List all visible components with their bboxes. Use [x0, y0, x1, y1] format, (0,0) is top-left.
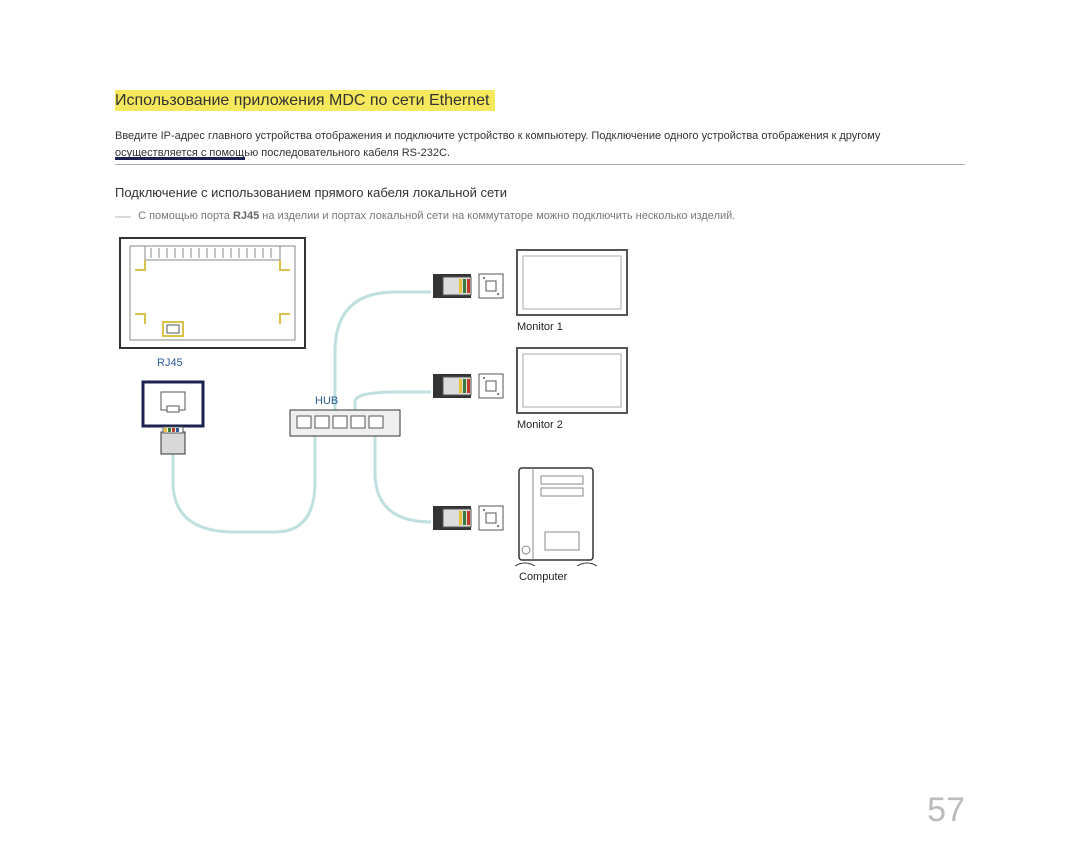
- note-dash: ―: [115, 208, 131, 225]
- label-rj45: RJ45: [157, 357, 183, 369]
- hub-icon: [290, 410, 400, 436]
- page-content: Использование приложения MDC по сети Eth…: [0, 92, 1080, 607]
- diagram: RJ45 HUB: [115, 232, 965, 607]
- rule-long: [115, 164, 965, 165]
- page-number: 57: [927, 791, 965, 830]
- subheading: Подключение с использованием прямого каб…: [115, 185, 965, 200]
- monitor2-icon: [517, 348, 627, 413]
- connector-group-2: [433, 374, 503, 398]
- monitor1-icon: [517, 250, 627, 315]
- display-back-icon: [120, 238, 305, 348]
- label-monitor1: Monitor 1: [517, 321, 563, 333]
- label-monitor2: Monitor 2: [517, 419, 563, 431]
- note-line: ― С помощью порта RJ45 на изделии и порт…: [115, 208, 965, 226]
- section-title: Использование приложения MDC по сети Eth…: [115, 92, 965, 110]
- note-post: на изделии и портах локальной сети на ко…: [259, 210, 735, 222]
- connector-group-1: [433, 274, 503, 298]
- note-pre: С помощью порта: [138, 210, 233, 222]
- rj45-port-icon: [143, 382, 203, 426]
- computer-icon: [515, 468, 597, 566]
- connector-group-3: [433, 506, 503, 530]
- label-computer: Computer: [519, 571, 568, 583]
- section-title-text: Использование приложения MDC по сети Eth…: [115, 90, 495, 111]
- label-hub: HUB: [315, 395, 338, 407]
- note-bold: RJ45: [233, 210, 259, 222]
- rule-short: [115, 157, 245, 160]
- rj45-plug-icon: [161, 427, 185, 454]
